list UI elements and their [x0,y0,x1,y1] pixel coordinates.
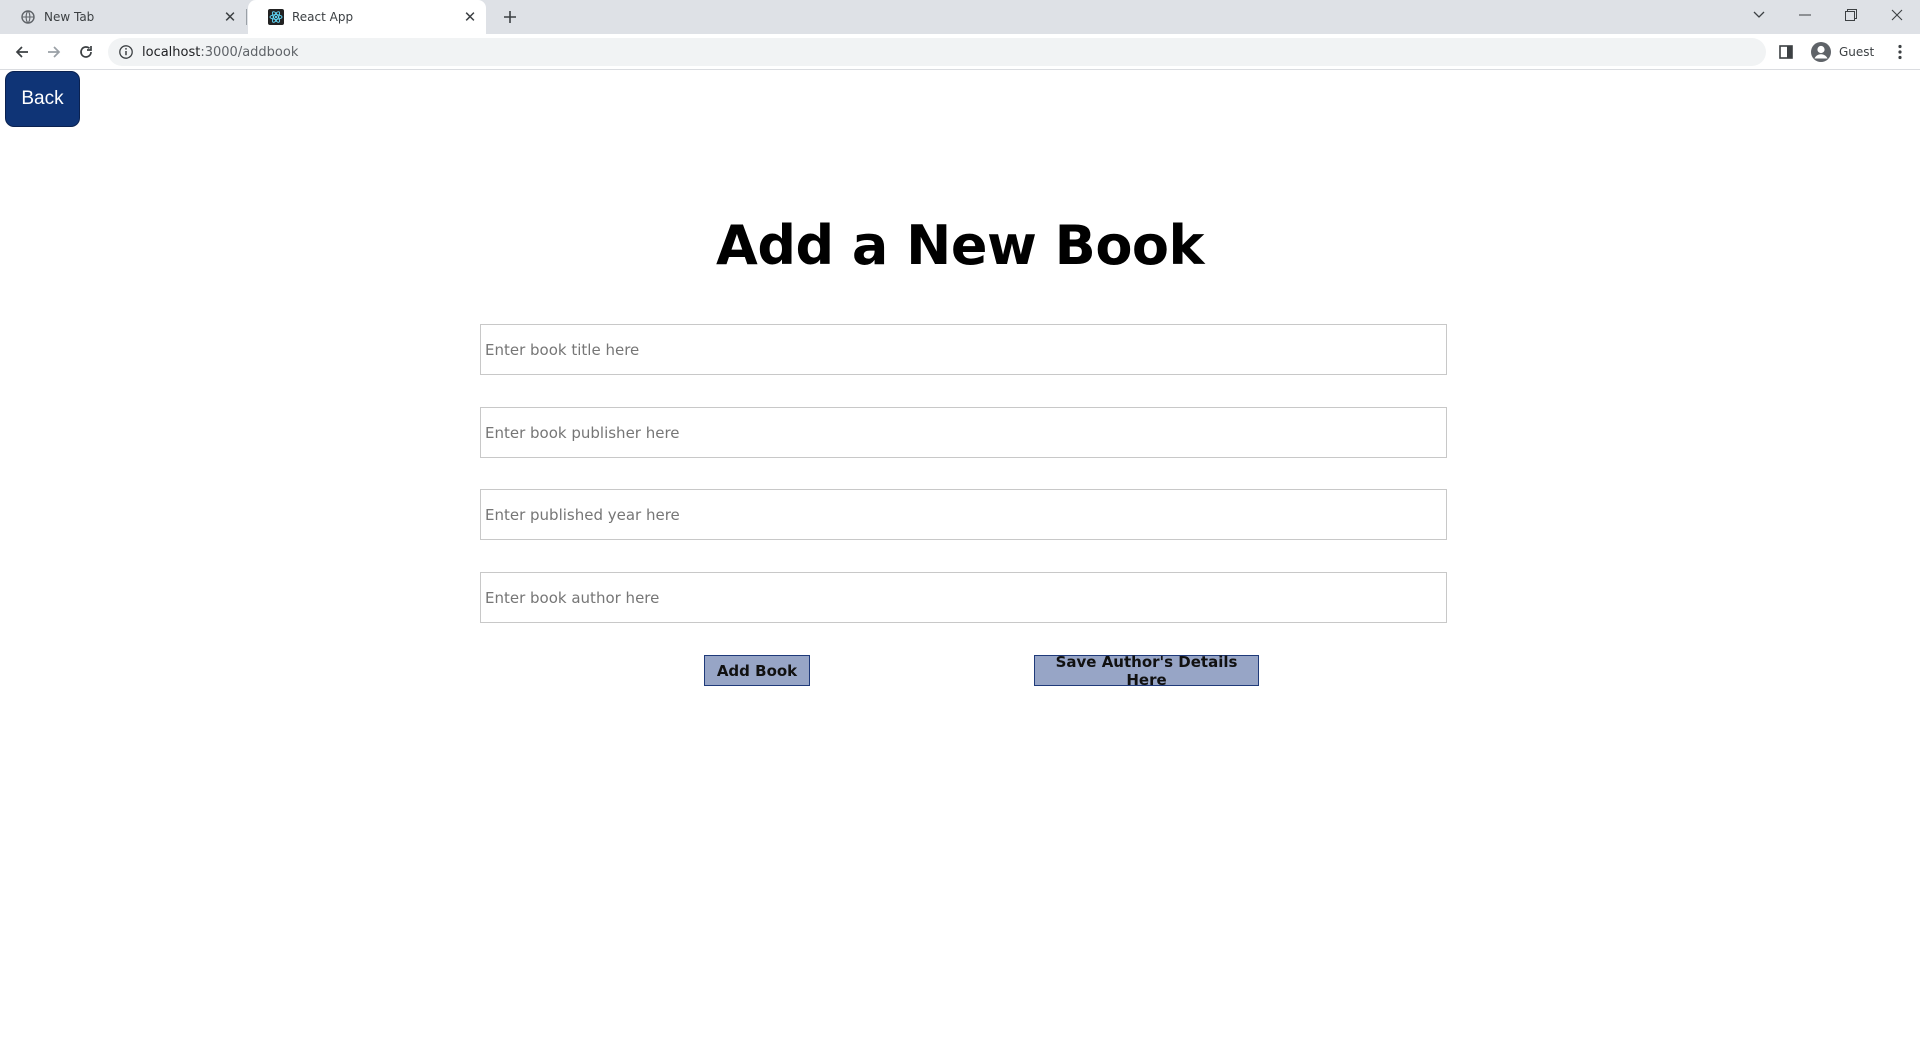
url-host: localhost [142,44,201,60]
back-nav-button[interactable] [8,38,36,66]
close-icon [1891,9,1903,21]
reload-icon [80,46,92,58]
plus-icon [504,11,516,23]
tab-search-button[interactable] [1736,0,1782,30]
avatar-icon [1811,42,1831,62]
new-tab-button[interactable] [498,5,522,29]
forward-nav-button[interactable] [40,38,68,66]
close-icon[interactable]: ✕ [220,7,240,27]
address-bar[interactable]: localhost:3000/addbook [108,38,1766,66]
tab-react-app[interactable]: React App ✕ [248,0,486,34]
side-panel-button[interactable] [1776,42,1796,62]
chevron-down-icon [1753,11,1765,18]
browser-toolbar: localhost:3000/addbook Guest [0,34,1920,70]
save-author-details-button[interactable]: Save Author's Details Here [1034,653,1259,689]
tab-label: New Tab [44,10,95,24]
published-year-input[interactable] [480,489,1447,540]
arrow-right-icon [48,46,61,58]
react-icon [268,9,284,25]
tab-strip: New Tab ✕ React App ✕ [0,0,1920,34]
close-icon[interactable]: ✕ [460,7,480,27]
book-title-input[interactable] [480,324,1447,375]
page-title: Add a New Book [716,214,1204,277]
book-publisher-input[interactable] [480,407,1447,458]
minimize-icon [1799,14,1811,16]
reload-button[interactable] [72,38,100,66]
tab-separator [246,9,247,25]
url-path: :3000/addbook [200,44,299,60]
restore-button[interactable] [1828,0,1874,30]
add-book-button[interactable]: Add Book [704,655,810,686]
profile-label: Guest [1839,45,1875,59]
info-icon [119,45,133,59]
arrow-left-icon [15,46,28,58]
back-button[interactable]: Back [5,71,80,127]
tab-new-tab[interactable]: New Tab ✕ [0,0,246,34]
kebab-menu-icon [1898,44,1902,60]
side-panel-icon [1779,45,1793,59]
profile-button[interactable]: Guest [1806,40,1880,64]
tab-label: React App [292,10,354,24]
book-author-input[interactable] [480,572,1447,623]
restore-icon [1845,9,1857,21]
minimize-button[interactable] [1782,0,1828,30]
close-window-button[interactable] [1874,0,1920,30]
globe-icon [20,9,36,25]
menu-button[interactable] [1888,40,1912,64]
